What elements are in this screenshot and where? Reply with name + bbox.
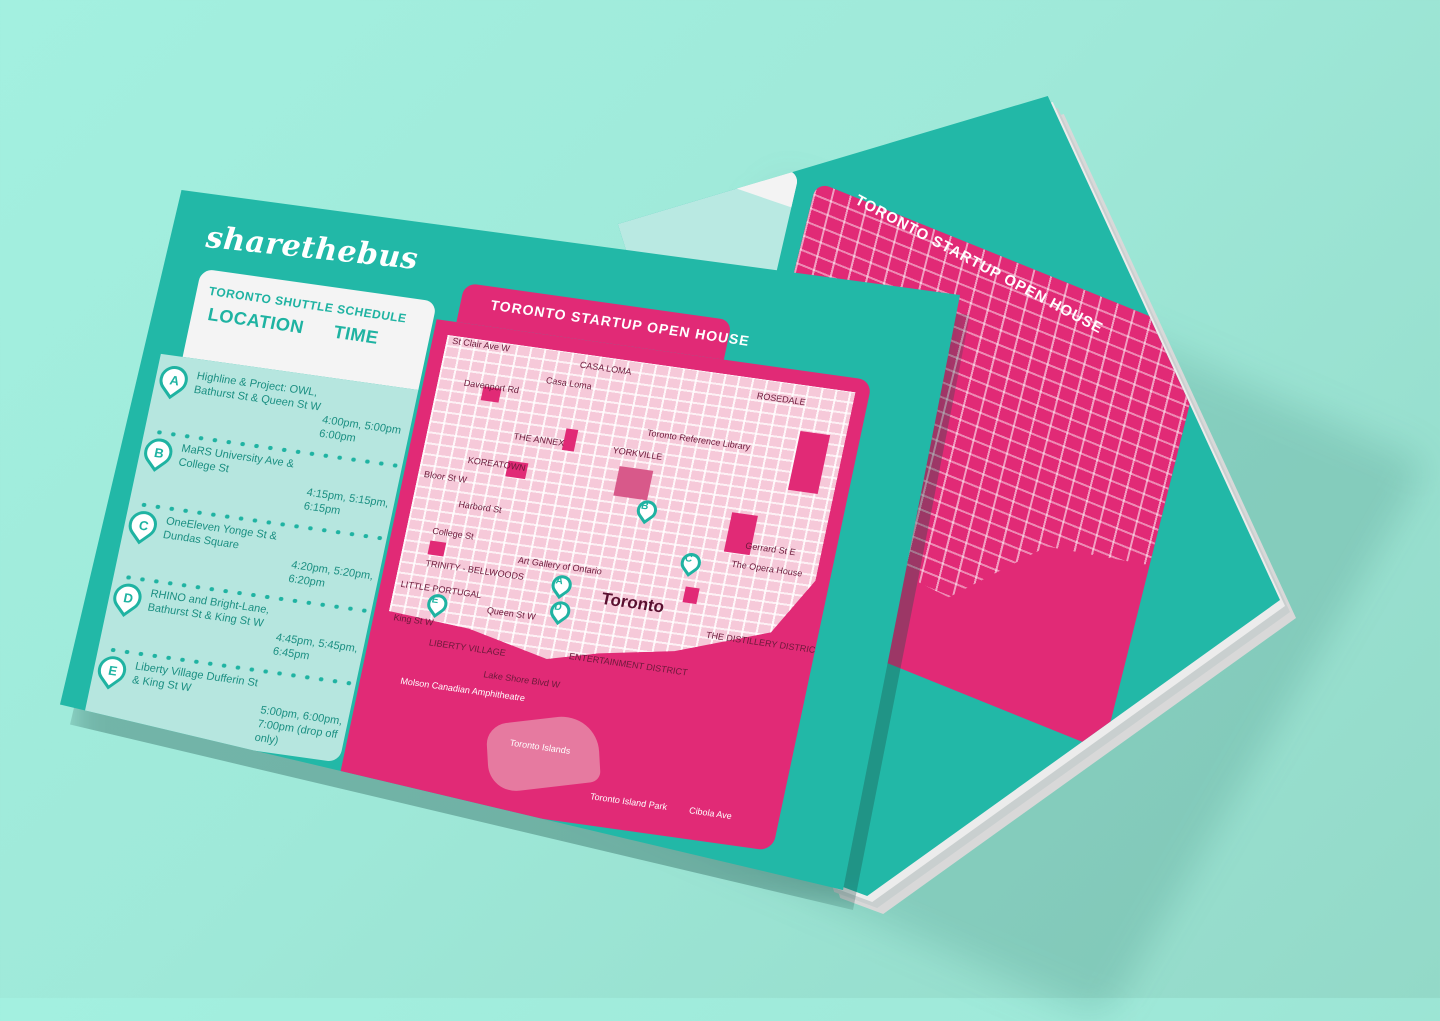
stop-time: 4:20pm, 5:20pm, 6:20pm bbox=[287, 559, 375, 590]
map-label: LIBERTY VILLAGE bbox=[428, 637, 507, 658]
stop-letter: E bbox=[107, 662, 119, 679]
back-schedule-header bbox=[617, 96, 800, 208]
back-logo: sharethebus bbox=[628, 98, 807, 167]
front-flyer-content: sharethebus TORONTO SHUTTLE SCHEDULE LOC… bbox=[60, 190, 960, 890]
toronto-islands-shape bbox=[485, 712, 601, 795]
map-pin-label: C bbox=[683, 553, 694, 566]
stop-time: 4:45pm, 5:45pm, 6:45pm bbox=[271, 631, 359, 663]
map-pin-label: A bbox=[554, 575, 565, 588]
sharethebus-logo: sharethebus bbox=[204, 220, 420, 278]
map-park bbox=[427, 540, 447, 557]
map-label: Lake Shore Blvd W bbox=[482, 669, 561, 690]
map-pin-label: E bbox=[430, 594, 440, 607]
front-flyer: sharethebus TORONTO SHUTTLE SCHEDULE LOC… bbox=[60, 190, 960, 890]
stop-letter: B bbox=[152, 445, 166, 462]
map-label: Toronto Island Park bbox=[589, 791, 669, 812]
stop-time: 4:00pm, 5:00pm 6:00pm bbox=[318, 414, 403, 445]
stop-time: 4:15pm, 5:15pm, 6:15pm bbox=[302, 486, 390, 518]
map-pin-label: B bbox=[639, 500, 650, 513]
map-label: Cibola Ave bbox=[688, 805, 733, 822]
map-label: ENTERTAINMENT DISTRICT bbox=[568, 651, 689, 678]
map-pin-label: D bbox=[553, 601, 563, 614]
stop-time: 5:00pm, 6:00pm, 7:00pm (drop off only) bbox=[253, 704, 344, 747]
photo-scene: sharethebus TORONTO STARTUP OPEN HOUSE s… bbox=[0, 0, 1440, 1021]
stop-letter: C bbox=[137, 517, 150, 534]
map-campus bbox=[613, 466, 654, 501]
stop-letter: D bbox=[122, 590, 135, 607]
stop-letter: A bbox=[168, 372, 181, 389]
